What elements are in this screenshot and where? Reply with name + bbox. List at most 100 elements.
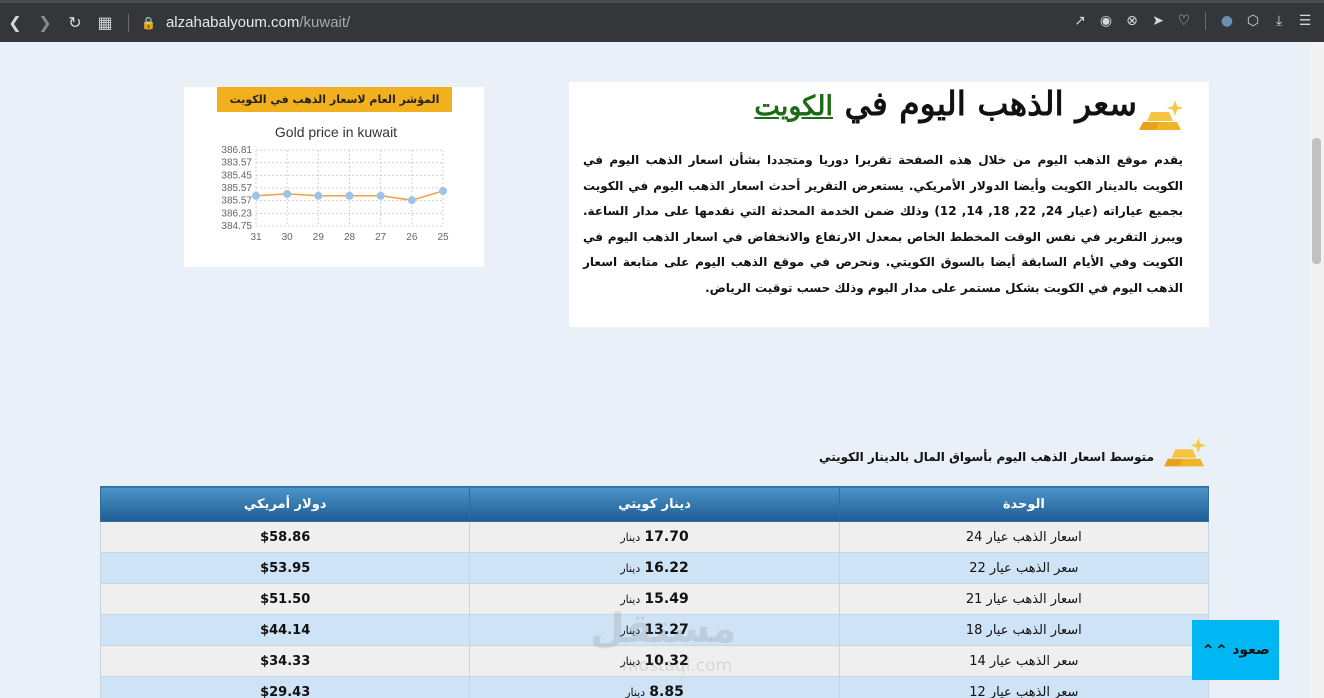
table-header-row: الوحدة دينار كويتي دولار أمريكي bbox=[99, 486, 1210, 522]
intro-paragraph: يقدم موقع الذهب اليوم من خلال هذه الصفحة… bbox=[583, 153, 1183, 295]
kwd-value: 17.70 bbox=[644, 529, 689, 545]
header-unit: الوحدة bbox=[838, 486, 1210, 522]
x-tick-label: 28 bbox=[344, 232, 356, 243]
header-usd: دولار أمريكي bbox=[99, 486, 471, 522]
table-row: سعر الذهب عيار 12 8.85 دينار $29.43 bbox=[99, 676, 1210, 698]
row-usd: $51.50 bbox=[99, 583, 471, 615]
gold-price-chart: Gold price in kuwait 386.81 383.57385.45 3… bbox=[221, 124, 449, 243]
gold-bars-icon bbox=[1139, 100, 1183, 130]
x-tick-label: 31 bbox=[250, 232, 262, 243]
kwd-value: 15.49 bbox=[644, 591, 689, 607]
gold-bars-icon bbox=[1164, 437, 1206, 467]
toolbar-divider-right bbox=[1205, 12, 1206, 30]
row-usd: $29.43 bbox=[99, 676, 471, 698]
back-to-top-label: صعود bbox=[1232, 642, 1270, 658]
row-unit: اسعار الذهب عيار 18 bbox=[838, 614, 1210, 646]
lock-icon: 🔒 bbox=[141, 15, 156, 30]
kwd-value: 10.32 bbox=[644, 653, 689, 669]
table-row: سعر الذهب عيار 14 10.32 دينار $34.33 bbox=[99, 645, 1210, 677]
table-row: اسعار الذهب عيار 21 15.49 دينار $51.50 bbox=[99, 583, 1210, 615]
data-point bbox=[407, 196, 416, 205]
chart-header: المؤشر العام لاسعار الذهب في الكويت bbox=[217, 87, 452, 112]
row-unit: سعر الذهب عيار 14 bbox=[838, 645, 1210, 677]
header-kwd: دينار كويتي bbox=[469, 486, 840, 522]
y-tick-label: 385.57 bbox=[221, 183, 252, 194]
y-tick-label: 386.81 bbox=[221, 145, 252, 156]
x-tick-label: 25 bbox=[437, 232, 449, 243]
currency-word: دينار bbox=[620, 562, 641, 575]
double-chevron-up-icon: ⌃⌃ bbox=[1201, 640, 1229, 660]
intro-card: سعر الذهب اليوم في الكويت يقدم موقع الذه… bbox=[569, 82, 1209, 327]
address-bar[interactable]: 🔒 alzahabalyoum.com/kuwait/ bbox=[141, 14, 350, 31]
kwd-value: 8.85 bbox=[649, 684, 684, 698]
row-usd: $44.14 bbox=[99, 614, 471, 646]
y-tick-label: 385.57 bbox=[221, 196, 252, 207]
data-point bbox=[345, 191, 354, 200]
send-icon[interactable]: ➤ bbox=[1145, 3, 1171, 39]
table-row: سعر الذهب عيار 22 16.22 دينار $53.95 bbox=[99, 552, 1210, 584]
back-icon[interactable]: ❮ bbox=[0, 5, 30, 41]
data-point bbox=[252, 191, 260, 200]
camera-icon[interactable]: ◉ bbox=[1093, 3, 1119, 39]
row-usd: $58.86 bbox=[99, 521, 471, 553]
toolbar-divider bbox=[128, 13, 129, 32]
row-kwd: 13.27 دينار bbox=[469, 614, 840, 646]
row-kwd: 16.22 دينار bbox=[469, 552, 840, 584]
download-icon[interactable]: ⤓ bbox=[1266, 3, 1292, 39]
data-point bbox=[283, 189, 292, 198]
country-link[interactable]: الكويت bbox=[754, 91, 833, 122]
reload-icon[interactable]: ↻ bbox=[60, 5, 90, 41]
row-unit: اسعار الذهب عيار 21 bbox=[838, 583, 1210, 615]
row-kwd: 15.49 دينار bbox=[469, 583, 840, 615]
browser-toolbar: ❮ ❯ ↻ ▦ 🔒 alzahabalyoum.com/kuwait/ ↗ ◉ … bbox=[0, 0, 1324, 42]
row-unit: اسعار الذهب عيار 24 bbox=[838, 521, 1210, 553]
kwd-value: 16.22 bbox=[644, 560, 689, 576]
row-kwd: 10.32 دينار bbox=[469, 645, 840, 677]
page-scrollbar[interactable] bbox=[1309, 42, 1324, 698]
table-row: اسعار الذهب عيار 24 17.70 دينار $58.86 bbox=[99, 521, 1210, 553]
x-tick-label: 27 bbox=[375, 232, 387, 243]
x-tick-label: 29 bbox=[313, 232, 325, 243]
tabs-grid-icon[interactable]: ▦ bbox=[90, 5, 120, 41]
table-row: اسعار الذهب عيار 18 13.27 دينار $44.14 bbox=[99, 614, 1210, 646]
row-kwd: 17.70 دينار bbox=[469, 521, 840, 553]
forward-icon[interactable]: ❯ bbox=[30, 5, 60, 41]
row-unit: سعر الذهب عيار 12 bbox=[838, 676, 1210, 698]
row-unit: سعر الذهب عيار 22 bbox=[838, 552, 1210, 584]
share-icon[interactable]: ↗ bbox=[1067, 3, 1093, 39]
y-tick-label: 384.75 bbox=[221, 221, 252, 232]
url-path: /kuwait/ bbox=[299, 14, 351, 31]
cube-icon[interactable]: ⬡ bbox=[1240, 3, 1266, 39]
heart-icon[interactable]: ♡ bbox=[1171, 3, 1197, 39]
data-point bbox=[376, 191, 385, 200]
currency-word: دينار bbox=[625, 686, 646, 698]
data-point bbox=[439, 186, 447, 195]
page-title: سعر الذهب اليوم في الكويت bbox=[754, 84, 1137, 123]
y-tick-label: 385.45 bbox=[221, 170, 252, 181]
back-to-top-button[interactable]: صعود ⌃⌃ bbox=[1192, 620, 1279, 680]
currency-word: دينار bbox=[620, 593, 641, 606]
section-heading: متوسط اسعار الذهب اليوم بأسواق المال بال… bbox=[819, 434, 1208, 474]
y-tick-label: 386.23 bbox=[221, 208, 252, 219]
gold-price-table: الوحدة دينار كويتي دولار أمريكي اسعار ال… bbox=[99, 486, 1210, 698]
section-title: متوسط اسعار الذهب اليوم بأسواق المال بال… bbox=[819, 450, 1154, 464]
currency-word: دينار bbox=[620, 655, 641, 668]
scrollbar-thumb[interactable] bbox=[1312, 138, 1321, 264]
shield-icon[interactable]: ⊗ bbox=[1119, 3, 1145, 39]
y-tick-label: 383.57 bbox=[221, 158, 252, 169]
kwd-value: 13.27 bbox=[644, 622, 689, 638]
url-host: alzahabalyoum.com bbox=[165, 14, 300, 31]
row-usd: $53.95 bbox=[99, 552, 471, 584]
x-tick-label: 30 bbox=[282, 232, 294, 243]
row-kwd: 8.85 دينار bbox=[469, 676, 840, 698]
x-tick-label: 26 bbox=[406, 232, 418, 243]
price-index-chart-card: المؤشر العام لاسعار الذهب في الكويت Gold… bbox=[184, 87, 484, 267]
extension-icon[interactable]: ● bbox=[1214, 3, 1240, 39]
currency-word: دينار bbox=[620, 624, 641, 637]
page-title-text: سعر الذهب اليوم في bbox=[844, 84, 1137, 123]
row-usd: $34.33 bbox=[99, 645, 471, 677]
menu-icon[interactable]: ☰ bbox=[1292, 3, 1318, 39]
toolbar-actions: ↗ ◉ ⊗ ➤ ♡ ● ⬡ ⤓ ☰ bbox=[1067, 3, 1318, 39]
data-point bbox=[314, 191, 323, 200]
chart-title: Gold price in kuwait bbox=[275, 124, 397, 140]
